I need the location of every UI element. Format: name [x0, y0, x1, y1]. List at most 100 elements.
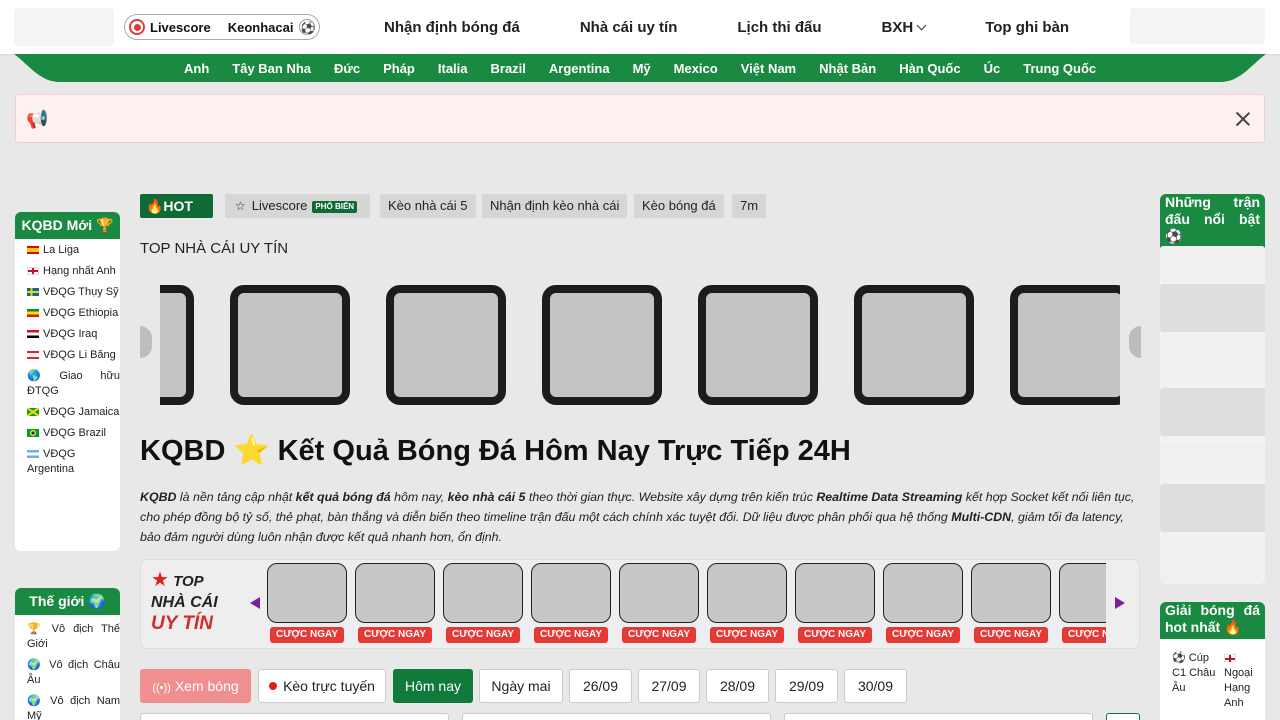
hot-tag[interactable]: 🔥HOT [140, 194, 213, 218]
bet-now-button[interactable]: CƯỢC NGAY [446, 627, 520, 643]
featured-match-skeleton[interactable] [1160, 388, 1265, 436]
bet-now-button[interactable]: CƯỢC NGAY [886, 627, 960, 643]
tag-7m[interactable]: 7m [732, 194, 767, 218]
nav-top-ghi-ban[interactable]: Top ghi bàn [985, 19, 1069, 36]
country-link[interactable]: Việt Nam [741, 61, 796, 76]
bookmaker-logo[interactable] [795, 563, 875, 623]
country-link[interactable]: Úc [984, 61, 1001, 76]
tag-livescore[interactable]: ☆ Livescore PHỔ BIẾN [225, 194, 370, 218]
bookmaker-item: CƯỢC NGAY [531, 563, 611, 643]
bookmaker-logo[interactable] [971, 563, 1051, 623]
carousel-prev-button[interactable] [140, 326, 152, 358]
league-link[interactable]: La Liga [27, 243, 120, 258]
carousel-item[interactable] [854, 285, 974, 405]
world-league-link[interactable]: 🌍 Vô địch Châu Âu [27, 658, 120, 688]
search-button[interactable] [1106, 713, 1140, 720]
nav-nhan-dinh[interactable]: Nhận định bóng đá [384, 19, 520, 36]
country-link[interactable]: Argentina [549, 61, 610, 76]
bet-now-button[interactable]: CƯỢC NGAY [358, 627, 432, 643]
world-league-link[interactable]: 🏆 Vô địch Thế Giới [27, 622, 120, 652]
bookmaker-prev-arrow[interactable] [250, 597, 260, 609]
country-link[interactable]: Đức [334, 61, 360, 76]
league-link[interactable]: VĐQG Argentina [27, 447, 120, 477]
bookmaker-item: CƯỢC NGAY [971, 563, 1051, 643]
country-link[interactable]: Pháp [383, 61, 415, 76]
country-list: Anh Tây Ban Nha Đức Pháp Italia Brazil Argenti… [184, 54, 1096, 82]
tag-keo-nha-cai-5[interactable]: Kèo nhà cái 5 [380, 194, 476, 218]
country-link[interactable]: Tây Ban Nha [232, 61, 311, 76]
bookmaker-logo[interactable] [883, 563, 963, 623]
bet-now-button[interactable]: CƯỢC NGAY [270, 627, 344, 643]
bet-now-button[interactable]: CƯỢC NGAY [798, 627, 872, 643]
country-link[interactable]: Italia [438, 61, 468, 76]
bookmaker-logo[interactable] [267, 563, 347, 623]
featured-match-skeleton[interactable] [1160, 484, 1265, 532]
bookmaker-logo[interactable] [707, 563, 787, 623]
country-link[interactable]: Mexico [674, 61, 718, 76]
league-link[interactable]: Hạng nhất Anh [27, 264, 120, 279]
tag-keo-bong-da[interactable]: Kèo bóng đá [634, 194, 724, 218]
filter-date[interactable]: 30/09 [844, 669, 907, 703]
nav-bxh[interactable]: BXH [882, 19, 927, 36]
filter-date[interactable]: 29/09 [775, 669, 838, 703]
carousel-item[interactable] [160, 285, 194, 405]
bookmaker-logo[interactable] [619, 563, 699, 623]
country-link[interactable]: Trung Quốc [1023, 61, 1096, 76]
carousel-item[interactable] [386, 285, 506, 405]
bookmaker-next-arrow[interactable] [1115, 597, 1125, 609]
bookmaker-logo[interactable] [531, 563, 611, 623]
filter-date[interactable]: 28/09 [706, 669, 769, 703]
nav-nha-cai[interactable]: Nhà cái uy tín [580, 19, 678, 36]
filter-select[interactable] [784, 713, 1093, 720]
bookmaker-logo[interactable] [443, 563, 523, 623]
carousel-item[interactable] [230, 285, 350, 405]
featured-match-skeleton[interactable] [1160, 246, 1265, 282]
league-link[interactable]: 🌎 Giao hữu ĐTQG [27, 369, 120, 399]
country-link[interactable]: Nhật Bản [819, 61, 876, 76]
country-link[interactable]: Mỹ [633, 61, 651, 76]
filter-select[interactable] [140, 713, 449, 720]
bet-now-button[interactable]: CƯỢC NGAY [622, 627, 696, 643]
carousel-item[interactable] [1010, 285, 1120, 405]
filter-date[interactable]: 27/09 [638, 669, 700, 703]
league-link[interactable]: VĐQG Jamaica [27, 405, 120, 420]
bet-now-button[interactable]: CƯỢC NGAY [710, 627, 784, 643]
world-league-link[interactable]: 🌍 Vô địch Nam Mỹ [27, 694, 120, 720]
bookmaker-logo[interactable] [355, 563, 435, 623]
country-link[interactable]: Anh [184, 61, 209, 76]
league-link[interactable]: VĐQG Thụy Sỹ [27, 285, 120, 300]
hot-league-item[interactable]: Ngoại Hạng Anh [1224, 651, 1264, 711]
carousel-item[interactable] [542, 285, 662, 405]
league-link[interactable]: VĐQG Brazil [27, 426, 120, 441]
tag-nhan-dinh-keo[interactable]: Nhận định kèo nhà cái [482, 194, 628, 218]
live-odds-button[interactable]: Kèo trực tuyến [258, 669, 386, 703]
carousel-next-button[interactable] [1129, 326, 1141, 358]
carousel-item[interactable] [698, 285, 818, 405]
country-link[interactable]: Brazil [491, 61, 526, 76]
bet-now-button[interactable]: CƯỢC NGAY [1062, 627, 1106, 643]
watch-live-button[interactable]: ((•)) Xem bóng [140, 669, 251, 703]
filter-date[interactable]: 26/09 [569, 669, 632, 703]
bet-now-button[interactable]: CƯỢC NGAY [534, 627, 608, 643]
featured-match-skeleton[interactable] [1160, 335, 1265, 383]
league-link[interactable]: VĐQG Li Băng [27, 348, 120, 363]
featured-match-skeleton[interactable] [1160, 284, 1265, 332]
nav-label: Top ghi bàn [985, 18, 1070, 36]
close-icon[interactable] [1235, 111, 1251, 127]
globe-icon: 🌍 [27, 695, 45, 707]
live-dot-icon [269, 682, 278, 691]
filter-select[interactable] [462, 713, 771, 720]
hot-league-item[interactable]: ⚽ Cúp C1 Châu Âu [1172, 651, 1224, 711]
league-link[interactable]: VĐQG Ethiopia [27, 306, 120, 321]
filter-today[interactable]: Hôm nay [393, 669, 473, 703]
filter-tomorrow[interactable]: Ngày mai [479, 669, 563, 703]
featured-match-skeleton[interactable] [1160, 444, 1265, 480]
league-label: La Liga [43, 244, 80, 256]
bookmaker-logo[interactable] [1059, 563, 1106, 623]
league-link[interactable]: VĐQG Iraq [27, 327, 120, 342]
country-link[interactable]: Hàn Quốc [899, 61, 960, 76]
nav-lich-thi-dau[interactable]: Lịch thi đấu [737, 19, 821, 36]
featured-match-skeleton[interactable] [1160, 536, 1265, 582]
brand-logo[interactable]: Livescore Keonhacai ⚽ [124, 14, 321, 40]
bet-now-button[interactable]: CƯỢC NGAY [974, 627, 1048, 643]
